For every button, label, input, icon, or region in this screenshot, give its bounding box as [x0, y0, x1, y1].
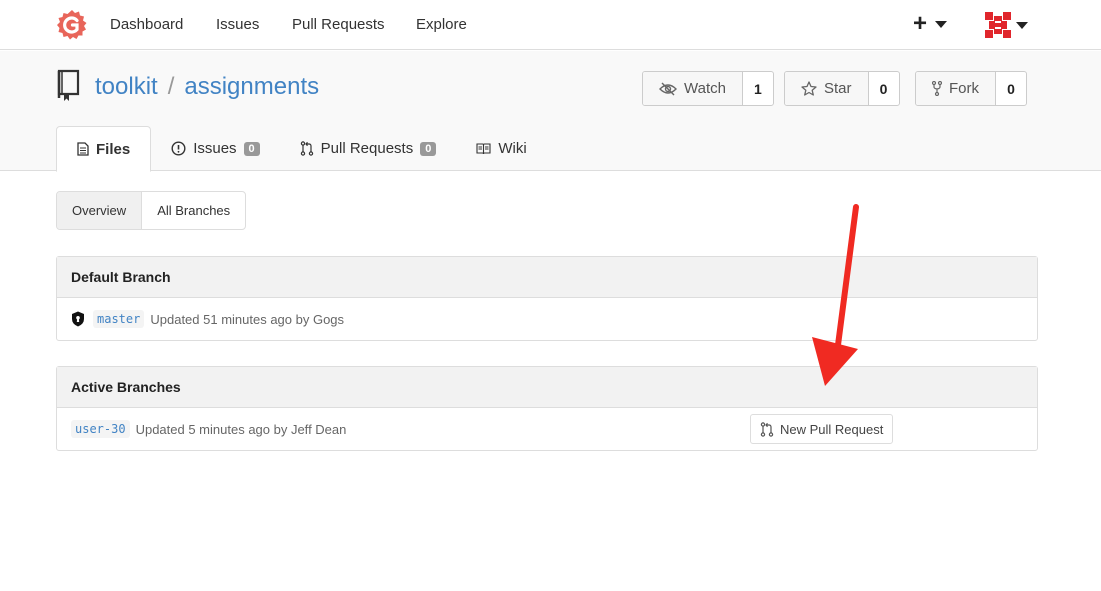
branch-name-link[interactable]: master: [93, 310, 145, 328]
book-icon: [476, 142, 491, 154]
fork-icon: [932, 81, 942, 96]
branch-view-switcher: Overview All Branches: [56, 191, 247, 230]
fork-count[interactable]: 0: [996, 72, 1026, 105]
star-button-group: Star 0: [784, 71, 900, 106]
tab-files[interactable]: Files: [56, 126, 152, 172]
user-menu[interactable]: [985, 12, 1028, 38]
fork-label: Fork: [949, 80, 979, 97]
star-count[interactable]: 0: [869, 72, 899, 105]
repo-title-separator: /: [167, 73, 175, 100]
watch-button[interactable]: Watch: [643, 72, 743, 105]
plus-icon: +: [913, 10, 928, 37]
tab-files-label: Files: [96, 140, 131, 158]
new-pull-request-button[interactable]: New Pull Request: [750, 414, 894, 444]
nav-issues[interactable]: Issues: [216, 16, 259, 33]
avatar: [985, 12, 1011, 38]
watch-count[interactable]: 1: [743, 72, 773, 105]
all-branches-tab[interactable]: All Branches: [142, 192, 245, 229]
watch-button-group: Watch 1: [642, 71, 774, 106]
file-text-icon: [77, 142, 89, 156]
star-icon: [801, 81, 817, 96]
issue-icon: [171, 141, 186, 156]
tab-wiki[interactable]: Wiki: [456, 126, 546, 171]
create-new-menu[interactable]: +: [913, 10, 948, 37]
nav-pull-requests[interactable]: Pull Requests: [292, 16, 385, 33]
shield-lock-icon: [72, 311, 84, 327]
star-label: Star: [824, 80, 852, 97]
repo-name-link[interactable]: assignments: [184, 73, 319, 100]
star-button[interactable]: Star: [785, 72, 869, 105]
fork-button-group: Fork 0: [915, 71, 1027, 106]
tab-issues[interactable]: Issues 0: [151, 126, 279, 171]
gogs-logo-icon[interactable]: [56, 9, 88, 41]
caret-down-icon: [1016, 21, 1028, 29]
issues-count-badge: 0: [243, 141, 260, 156]
caret-down-icon: [935, 20, 948, 28]
default-branch-row: master Updated 51 minutes ago by Gogs: [57, 298, 1037, 340]
repo-tabs: Files Issues 0 Pull Requests 0 Wiki: [56, 126, 547, 172]
default-branch-heading: Default Branch: [57, 257, 1037, 298]
top-nav: Dashboard Issues Pull Requests Explore +: [0, 0, 1101, 50]
new-pull-request-label: New Pull Request: [780, 421, 884, 437]
active-branches-panel: Active Branches user-30 Updated 5 minute…: [56, 366, 1038, 451]
nav-explore[interactable]: Explore: [416, 16, 467, 33]
branch-updated-text: Updated 5 minutes ago by Jeff Dean: [135, 421, 347, 437]
active-branches-heading: Active Branches: [57, 367, 1037, 408]
repo-book-icon: [57, 69, 80, 101]
repo-title: toolkit / assignments: [95, 73, 319, 101]
annotation-arrow: [812, 204, 859, 386]
branch-updated-text: Updated 51 minutes ago by Gogs: [150, 311, 345, 327]
pull-request-icon: [300, 141, 313, 156]
repo-owner-link[interactable]: toolkit: [95, 73, 158, 100]
repo-header: toolkit / assignments Watch 1 Star 0 For…: [0, 51, 1101, 172]
nav-dashboard[interactable]: Dashboard: [110, 16, 183, 33]
tab-pull-requests-label: Pull Requests: [320, 140, 414, 157]
pull-requests-count-badge: 0: [420, 141, 437, 156]
pull-request-icon: [760, 421, 774, 437]
fork-button[interactable]: Fork: [916, 72, 996, 105]
watch-label: Watch: [684, 80, 726, 97]
overview-tab[interactable]: Overview: [57, 192, 143, 229]
tab-issues-label: Issues: [193, 140, 237, 157]
tab-wiki-label: Wiki: [498, 140, 527, 157]
eye-slash-icon: [659, 82, 677, 95]
branch-row: user-30 Updated 5 minutes ago by Jeff De…: [57, 408, 1037, 450]
branch-name-link[interactable]: user-30: [71, 420, 130, 438]
default-branch-panel: Default Branch master Updated 51 minutes…: [56, 256, 1038, 341]
tab-pull-requests[interactable]: Pull Requests 0: [280, 126, 457, 171]
